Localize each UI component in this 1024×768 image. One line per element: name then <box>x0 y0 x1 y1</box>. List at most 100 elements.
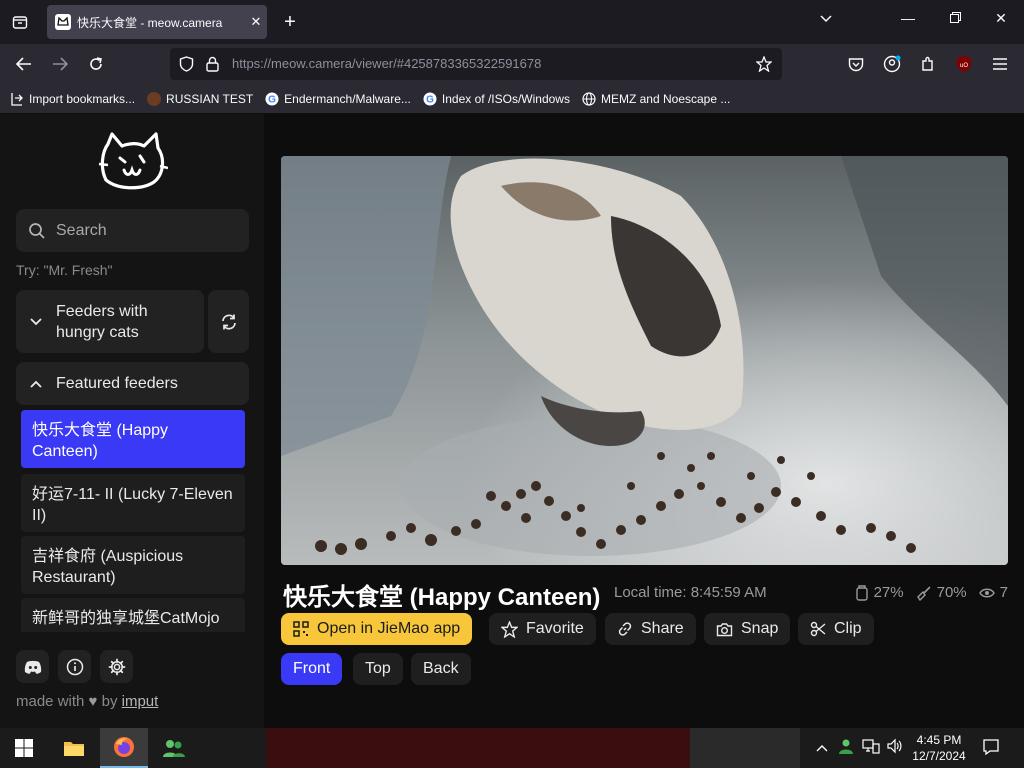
clip-button[interactable]: Clip <box>798 613 874 645</box>
share-button[interactable]: Share <box>605 613 696 645</box>
ublock-origin-icon[interactable]: uO <box>951 52 977 76</box>
restore-icon[interactable] <box>943 10 967 26</box>
discord-button[interactable] <box>16 650 49 683</box>
made-with-credit: made with ♥ by imput <box>16 693 159 710</box>
feeder-stats: 27% 70% 7 <box>843 584 1008 601</box>
menu-hamburger-icon[interactable] <box>987 52 1013 76</box>
google-icon: G <box>265 92 279 105</box>
chevron-up-icon <box>30 380 42 388</box>
firefox-taskbar-button[interactable] <box>100 728 148 768</box>
svg-text:uO: uO <box>960 63 968 69</box>
system-clock[interactable]: 4:45 PM 12/7/2024 <box>906 732 972 764</box>
eye-icon <box>978 588 995 597</box>
start-button[interactable] <box>0 728 48 768</box>
tab-close-icon[interactable]: ✕ <box>245 14 267 30</box>
tray-user-icon[interactable] <box>838 738 854 757</box>
users-icon <box>163 740 185 757</box>
extensions-icon[interactable] <box>915 52 941 76</box>
refresh-button[interactable] <box>208 290 249 353</box>
bookmark-memz[interactable]: MEMZ and Noescape ... <box>582 92 730 106</box>
group-featured[interactable]: Featured feeders <box>16 362 249 405</box>
new-tab-icon[interactable]: + <box>276 8 304 36</box>
page-content: Search Try: "Mr. Fresh" Feeders with hun… <box>0 114 1024 728</box>
tray-overflow-chevron-icon[interactable] <box>816 740 828 755</box>
url-bar[interactable]: https://meow.camera/viewer/#425878336532… <box>170 48 782 80</box>
folder-icon <box>64 742 84 756</box>
group-featured-label: Featured feeders <box>56 374 178 392</box>
search-icon <box>29 222 45 239</box>
heart-icon: ♥ <box>88 693 98 710</box>
open-in-jiemao-button[interactable]: Open in JieMao app <box>281 613 473 645</box>
forward-icon[interactable] <box>47 52 73 76</box>
favorite-button[interactable]: Favorite <box>489 613 596 645</box>
account-icon[interactable] <box>879 52 905 76</box>
search-input[interactable]: Search <box>16 209 249 252</box>
taskbar-background-strip <box>266 728 690 768</box>
pocket-icon[interactable] <box>843 52 869 76</box>
browser-window: 快乐大食堂 - meow.camera ✕ + — ✕ https://meow… <box>0 0 1024 728</box>
google-icon: G <box>423 92 437 105</box>
feeder-catmojo[interactable]: 新鲜哥的独享城堡CatMojo <box>21 598 245 632</box>
search-placeholder: Search <box>56 221 107 239</box>
svg-text:G: G <box>268 94 276 105</box>
tab-active[interactable]: 快乐大食堂 - meow.camera ✕ <box>47 5 267 39</box>
back-icon[interactable] <box>11 52 37 76</box>
bookmark-endermanch[interactable]: G Endermanch/Malware... <box>265 92 411 106</box>
settings-button[interactable] <box>100 650 133 683</box>
tab-bar: 快乐大食堂 - meow.camera ✕ + — ✕ <box>0 0 1024 44</box>
bookmark-isos[interactable]: G Index of /ISOs/Windows <box>423 92 570 106</box>
taskbar: 4:45 PM 12/7/2024 <box>0 728 1024 768</box>
shield-icon[interactable] <box>179 56 194 72</box>
bookmarks-toolbar: Import bookmarks... RUSSIAN TEST G Ender… <box>0 84 1024 114</box>
cat-favicon-icon <box>55 14 71 30</box>
tab-overflow-chevron-icon[interactable] <box>814 10 838 26</box>
snap-button[interactable]: Snap <box>704 613 791 645</box>
nav-bar: https://meow.camera/viewer/#425878336532… <box>0 44 1024 84</box>
people-app-button[interactable] <box>150 728 198 768</box>
close-window-icon[interactable]: ✕ <box>989 10 1013 27</box>
info-icon <box>66 658 83 675</box>
food-level-stat: 27% <box>855 584 904 601</box>
windows-logo-icon <box>15 739 33 757</box>
feeder-auspicious-restaurant[interactable]: 吉祥食府 (Auspicious Restaurant) <box>21 536 245 594</box>
bookmark-star-icon[interactable] <box>756 56 772 72</box>
bookmark-import[interactable]: Import bookmarks... <box>10 92 135 106</box>
chevron-down-icon <box>30 317 42 325</box>
cat-logo-icon[interactable] <box>98 130 168 192</box>
file-explorer-button[interactable] <box>50 728 98 768</box>
network-icon[interactable] <box>862 738 880 757</box>
bookmark-russian-test[interactable]: RUSSIAN TEST <box>147 91 253 106</box>
broom-icon <box>916 585 931 601</box>
feeder-happy-canteen[interactable]: 快乐大食堂 (Happy Canteen) <box>21 410 245 468</box>
gear-icon <box>108 658 125 675</box>
viewers-stat: 7 <box>978 584 1008 601</box>
notifications-icon[interactable] <box>982 738 1000 759</box>
local-time: Local time: 8:45:59 AM <box>614 584 767 601</box>
camera-top-button[interactable]: Top <box>353 653 403 685</box>
tab-list-icon[interactable] <box>6 8 34 36</box>
info-button[interactable] <box>58 650 91 683</box>
url-text[interactable]: https://meow.camera/viewer/#425878336532… <box>232 56 541 71</box>
reload-icon[interactable] <box>83 52 109 76</box>
minimize-icon[interactable]: — <box>896 10 920 26</box>
refresh-icon <box>221 313 236 330</box>
camera-video[interactable] <box>281 156 1008 565</box>
imput-link[interactable]: imput <box>122 693 159 710</box>
sidebar: Search Try: "Mr. Fresh" Feeders with hun… <box>0 114 264 728</box>
group-hungry-cats[interactable]: Feeders with hungry cats <box>16 290 204 353</box>
star-icon <box>501 620 518 638</box>
taskbar-background-strip-2 <box>690 728 800 768</box>
camera-front-button[interactable]: Front <box>281 653 343 685</box>
tab-title: 快乐大食堂 - meow.camera <box>77 15 223 30</box>
camera-icon <box>716 622 733 636</box>
volume-icon[interactable] <box>886 738 902 757</box>
qr-code-icon <box>293 621 309 637</box>
import-icon <box>11 92 23 106</box>
firefox-icon <box>114 737 134 757</box>
feeder-lucky-7-eleven[interactable]: 好运7-11- II (Lucky 7-Eleven II) <box>21 474 245 532</box>
camera-back-button[interactable]: Back <box>411 653 471 685</box>
lock-icon[interactable] <box>206 56 219 72</box>
group-hungry-label: Feeders with hungry cats <box>56 302 148 341</box>
scissors-icon <box>810 621 826 637</box>
camera-title: 快乐大食堂 (Happy Canteen) <box>283 584 601 611</box>
